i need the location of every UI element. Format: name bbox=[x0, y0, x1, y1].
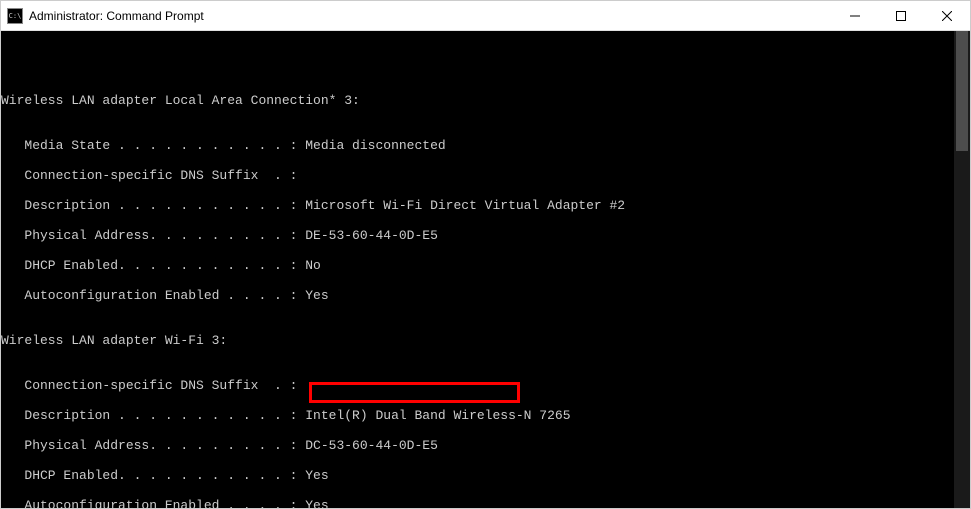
physical-address: Physical Address. . . . . . . . . : DE-5… bbox=[1, 228, 970, 243]
minimize-button[interactable] bbox=[832, 1, 878, 30]
dhcp-enabled: DHCP Enabled. . . . . . . . . . . : No bbox=[1, 258, 970, 273]
window-controls bbox=[832, 1, 970, 30]
adapter-header: Wireless LAN adapter Wi-Fi 3: bbox=[1, 333, 970, 348]
command-prompt-window: C:\ Administrator: Command Prompt Wirele… bbox=[0, 0, 971, 509]
vertical-scrollbar[interactable] bbox=[954, 31, 970, 508]
description: Description . . . . . . . . . . . : Inte… bbox=[1, 408, 970, 423]
terminal-content: Wireless LAN adapter Local Area Connecti… bbox=[1, 63, 970, 508]
media-state: Media State . . . . . . . . . . . : Medi… bbox=[1, 138, 970, 153]
titlebar[interactable]: C:\ Administrator: Command Prompt bbox=[1, 1, 970, 31]
physical-address: Physical Address. . . . . . . . . : DC-5… bbox=[1, 438, 970, 453]
autoconfig: Autoconfiguration Enabled . . . . : Yes bbox=[1, 288, 970, 303]
window-title: Administrator: Command Prompt bbox=[29, 9, 832, 23]
scrollbar-thumb[interactable] bbox=[956, 31, 968, 151]
terminal-output[interactable]: Wireless LAN adapter Local Area Connecti… bbox=[1, 31, 970, 508]
dhcp-enabled: DHCP Enabled. . . . . . . . . . . : Yes bbox=[1, 468, 970, 483]
close-button[interactable] bbox=[924, 1, 970, 30]
maximize-button[interactable] bbox=[878, 1, 924, 30]
adapter-header: Wireless LAN adapter Local Area Connecti… bbox=[1, 93, 970, 108]
description: Description . . . . . . . . . . . : Micr… bbox=[1, 198, 970, 213]
dns-suffix: Connection-specific DNS Suffix . : bbox=[1, 378, 970, 393]
cmd-icon: C:\ bbox=[7, 8, 23, 24]
dns-suffix: Connection-specific DNS Suffix . : bbox=[1, 168, 970, 183]
autoconfig: Autoconfiguration Enabled . . . . : Yes bbox=[1, 498, 970, 508]
